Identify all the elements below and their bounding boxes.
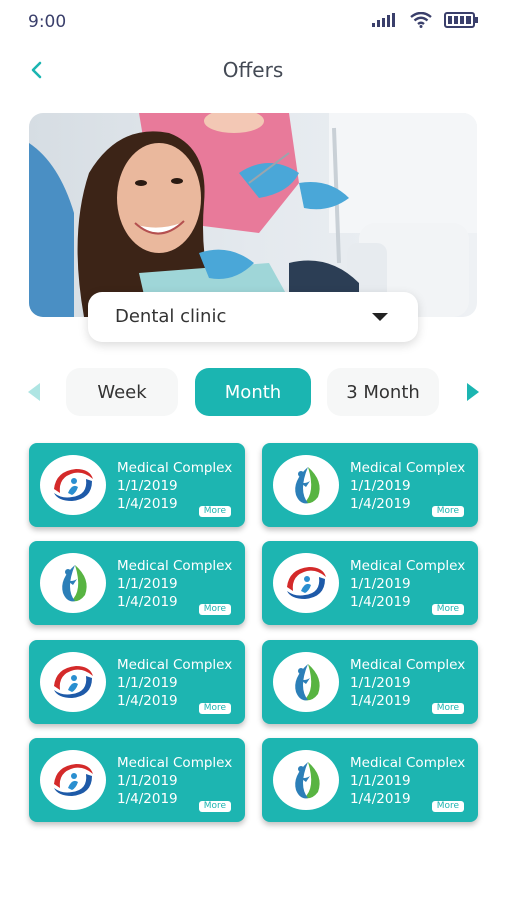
more-button[interactable]: More	[431, 604, 464, 615]
offer-card[interactable]: Medical Complex 1/1/2019 1/4/2019 More	[29, 443, 245, 527]
arrow-right-icon[interactable]	[467, 383, 479, 401]
green-leaf-icon	[295, 762, 320, 799]
battery-icon	[444, 12, 478, 28]
clinic-logo	[40, 455, 106, 515]
offer-start-date: 1/1/2019	[117, 478, 178, 494]
green-leaf-icon	[62, 565, 87, 602]
offer-info: Medical Complex 1/1/2019 1/4/2019	[350, 754, 465, 808]
offer-info: Medical Complex 1/1/2019 1/4/2019	[117, 557, 232, 611]
offer-info: Medical Complex 1/1/2019 1/4/2019	[350, 459, 465, 513]
more-button[interactable]: More	[198, 604, 231, 615]
more-button[interactable]: More	[198, 506, 231, 517]
offer-start-date: 1/1/2019	[350, 675, 411, 691]
offer-start-date: 1/1/2019	[117, 675, 178, 691]
offer-start-date: 1/1/2019	[117, 773, 178, 789]
red-blue-swirl-icon	[54, 469, 93, 501]
dropdown-selected-value: Dental clinic	[115, 306, 227, 327]
offer-info: Medical Complex 1/1/2019 1/4/2019	[117, 459, 232, 513]
offer-card[interactable]: Medical Complex 1/1/2019 1/4/2019 More	[262, 738, 478, 822]
caret-down-icon	[372, 313, 388, 321]
arrow-left-icon[interactable]	[28, 383, 40, 401]
status-bar: 9:00	[0, 0, 506, 44]
clinic-logo	[40, 750, 106, 810]
offer-card[interactable]: Medical Complex 1/1/2019 1/4/2019 More	[262, 640, 478, 724]
offer-card[interactable]: Medical Complex 1/1/2019 1/4/2019 More	[29, 640, 245, 724]
more-button[interactable]: More	[198, 801, 231, 812]
header: Offers	[0, 50, 506, 90]
red-blue-swirl-icon	[54, 666, 93, 698]
clinic-logo	[273, 553, 339, 613]
green-leaf-icon	[295, 467, 320, 504]
offer-name: Medical Complex	[117, 755, 233, 771]
more-button[interactable]: More	[431, 703, 464, 714]
red-blue-swirl-icon	[54, 764, 93, 796]
red-blue-swirl-icon	[287, 567, 326, 599]
more-button[interactable]: More	[198, 703, 231, 714]
tab-month[interactable]: Month	[195, 368, 311, 416]
offer-name: Medical Complex	[117, 558, 233, 574]
tab-3-month[interactable]: 3 Month	[327, 368, 439, 416]
offer-info: Medical Complex 1/1/2019 1/4/2019	[350, 557, 465, 611]
offer-info: Medical Complex 1/1/2019 1/4/2019	[117, 656, 232, 710]
offer-info: Medical Complex 1/1/2019 1/4/2019	[350, 656, 465, 710]
offer-start-date: 1/1/2019	[117, 576, 178, 592]
signal-icon	[372, 13, 395, 27]
offer-name: Medical Complex	[117, 657, 233, 673]
offer-card[interactable]: Medical Complex 1/1/2019 1/4/2019 More	[29, 738, 245, 822]
offer-card[interactable]: Medical Complex 1/1/2019 1/4/2019 More	[262, 541, 478, 625]
offer-card[interactable]: Medical Complex 1/1/2019 1/4/2019 More	[262, 443, 478, 527]
offer-info: Medical Complex 1/1/2019 1/4/2019	[117, 754, 232, 808]
clinic-logo	[273, 750, 339, 810]
offer-start-date: 1/1/2019	[350, 773, 411, 789]
wifi-icon	[410, 12, 432, 28]
offer-name: Medical Complex	[350, 460, 466, 476]
clinic-logo	[273, 455, 339, 515]
clinic-type-dropdown[interactable]: Dental clinic	[88, 292, 418, 342]
tab-week[interactable]: Week	[66, 368, 178, 416]
clinic-logo	[40, 553, 106, 613]
more-button[interactable]: More	[431, 506, 464, 517]
offer-start-date: 1/1/2019	[350, 576, 411, 592]
green-leaf-icon	[295, 664, 320, 701]
offer-name: Medical Complex	[117, 460, 233, 476]
dental-patient-photo	[29, 113, 477, 317]
clinic-logo	[40, 652, 106, 712]
period-tabs: Week Month 3 Month	[0, 366, 506, 418]
offer-name: Medical Complex	[350, 558, 466, 574]
status-time: 9:00	[28, 12, 67, 32]
hero-image	[29, 113, 477, 317]
offer-name: Medical Complex	[350, 755, 466, 771]
more-button[interactable]: More	[431, 801, 464, 812]
offer-start-date: 1/1/2019	[350, 478, 411, 494]
page-title: Offers	[222, 58, 284, 82]
offer-name: Medical Complex	[350, 657, 466, 673]
status-icons	[372, 12, 478, 28]
clinic-logo	[273, 652, 339, 712]
offer-card[interactable]: Medical Complex 1/1/2019 1/4/2019 More	[29, 541, 245, 625]
